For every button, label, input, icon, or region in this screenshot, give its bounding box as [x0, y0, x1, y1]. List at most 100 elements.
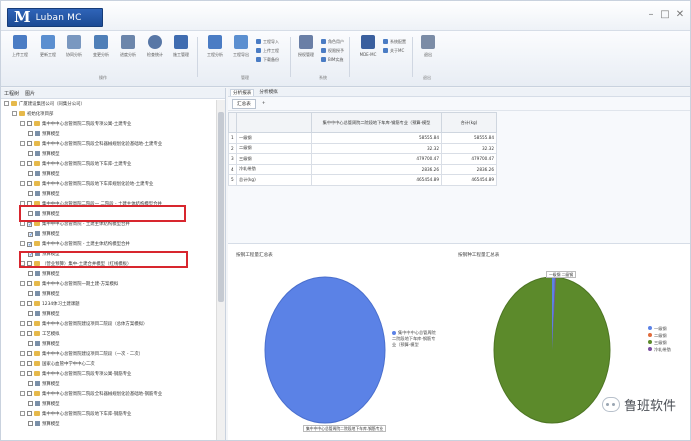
exit-button[interactable]: 退出: [417, 35, 439, 57]
tree-item[interactable]: 预算模型: [28, 381, 60, 389]
tree-item[interactable]: 集中中中心总管周院二院段地下车库-钢筋专业: [20, 411, 131, 419]
tree-item[interactable]: 集中中中心总管周院 - 土建主体结构模型合并: [20, 241, 130, 249]
construction-mgmt-button[interactable]: 施工管理: [170, 35, 192, 57]
expand-toggle-icon[interactable]: [20, 391, 25, 396]
tree-checkbox[interactable]: [28, 131, 33, 136]
tree-checkbox[interactable]: [28, 341, 33, 346]
tree-item[interactable]: 集中中中心总管周院二院段专项公寓-土建专业: [20, 121, 131, 129]
tree-item[interactable]: 预算模型: [28, 341, 60, 349]
tree-checkbox[interactable]: [27, 161, 32, 166]
expand-toggle-icon[interactable]: [20, 121, 25, 126]
ribbon-small-item[interactable]: BIM实施: [321, 57, 343, 62]
scrollbar-thumb[interactable]: [218, 112, 224, 302]
tree-checkbox[interactable]: [28, 271, 33, 276]
restore-button[interactable]: □: [659, 9, 671, 21]
close-button[interactable]: ✕: [674, 9, 686, 21]
tree-checkbox[interactable]: [28, 232, 33, 237]
expand-toggle-icon[interactable]: [20, 281, 25, 286]
tree-checkbox[interactable]: [27, 281, 32, 286]
ribbon-small-item[interactable]: 上传工程: [256, 48, 279, 53]
update-project-button[interactable]: 更新工程: [37, 35, 59, 57]
tab-images[interactable]: 图片: [25, 90, 35, 97]
tree-item[interactable]: 集中中中心总管周院建设项目二院段（总体方案模拟）: [20, 321, 147, 329]
tree-item[interactable]: 集中中中心总管周院二院段全科器械规划化验基础地-钢筋专业: [20, 391, 162, 399]
change-analysis-button[interactable]: 变更分析: [90, 35, 112, 57]
tree-checkbox[interactable]: [28, 191, 33, 196]
tree-checkbox[interactable]: [28, 311, 33, 316]
expand-toggle-icon[interactable]: [20, 321, 25, 326]
tree-item[interactable]: 集中中中心总管周院二院段专项公寓-钢筋专业: [20, 371, 131, 379]
tree-item[interactable]: 集中中中心总管周院 - 土建主体结构模型合并: [20, 221, 130, 229]
tree-item[interactable]: 集中中中心总管周院建设项目二院段（一次 - 二次）: [20, 351, 143, 359]
tree-checkbox[interactable]: [27, 222, 32, 227]
tree-checkbox[interactable]: [27, 371, 32, 376]
tree-checkbox[interactable]: [27, 181, 32, 186]
expand-toggle-icon[interactable]: [20, 301, 25, 306]
expand-toggle-icon[interactable]: [20, 161, 25, 166]
tree-item[interactable]: 集中中中心总管周院二院段全科器械规划化验基础地-土建专业: [20, 141, 162, 149]
expand-toggle-icon[interactable]: [20, 411, 25, 416]
progress-analysis-button[interactable]: 进度分析: [117, 35, 139, 57]
expand-toggle-icon[interactable]: [20, 371, 25, 376]
ribbon-small-item[interactable]: 权限授予: [321, 48, 344, 53]
tree-item[interactable]: 预算模型: [28, 171, 60, 179]
tree-item[interactable]: 集中中中心总管周院一期土建-方案模拟: [20, 281, 118, 289]
tree-item[interactable]: 预算模型: [28, 191, 60, 199]
ribbon-small-item[interactable]: 角色用户: [321, 39, 344, 44]
table-row[interactable]: 1 一级钢 58555.84 58555.84: [228, 132, 497, 144]
add-tab-button[interactable]: +: [262, 101, 266, 106]
mde-mc-button[interactable]: MDE-MC: [357, 35, 379, 57]
tab-analysis-simulation[interactable]: 分析模拟: [259, 89, 277, 95]
tree-checkbox[interactable]: [27, 361, 32, 366]
tree-item[interactable]: 预算模型: [28, 401, 60, 409]
tree-item[interactable]: 预算模型: [28, 271, 60, 279]
tree-checkbox[interactable]: [27, 301, 32, 306]
minimize-button[interactable]: –: [645, 9, 657, 21]
tree-checkbox[interactable]: [27, 351, 32, 356]
tree-item[interactable]: 国家心血管中学中中心二次: [20, 361, 95, 369]
ribbon-small-item[interactable]: 关于MC: [383, 48, 404, 53]
tree-checkbox[interactable]: [28, 151, 33, 156]
tree-item[interactable]: 集中中中心总管周院二院段地下车库规划化验地-土建专业: [20, 181, 153, 189]
tree-item[interactable]: 预算模型: [28, 131, 60, 139]
expand-toggle-icon[interactable]: [20, 351, 25, 356]
license-mgmt-button[interactable]: 授权管理: [295, 35, 317, 57]
ribbon-small-item[interactable]: 系统配置: [383, 39, 406, 44]
table-row[interactable]: 3 三级钢 479700.47 479700.47: [228, 153, 497, 165]
tree-checkbox[interactable]: [27, 121, 32, 126]
tree-checkbox[interactable]: [27, 141, 32, 146]
tree-checkbox[interactable]: [27, 391, 32, 396]
project-export-button[interactable]: 工程导出: [230, 35, 252, 57]
tree-checkbox[interactable]: [28, 291, 33, 296]
expand-toggle-icon[interactable]: [20, 241, 25, 246]
tree-checkbox[interactable]: [27, 411, 32, 416]
tree-checkbox[interactable]: [27, 321, 32, 326]
project-analysis-button[interactable]: 工程分析: [204, 35, 226, 57]
ribbon-small-item[interactable]: 下载备份: [256, 57, 279, 62]
table-row[interactable]: 2 二级钢 32.32 32.32: [228, 142, 497, 154]
table-row[interactable]: 4 冷轧带肋 2836.26 2836.26: [228, 163, 497, 175]
tree-checkbox[interactable]: [28, 381, 33, 386]
check-stats-button[interactable]: 检查统计: [144, 35, 166, 57]
tree-item[interactable]: 预算模型: [28, 231, 60, 239]
expand-toggle-icon[interactable]: [12, 111, 17, 116]
tree-checkbox[interactable]: [28, 171, 33, 176]
tree-item[interactable]: 1234体习土建课题: [20, 301, 80, 309]
tree-checkbox[interactable]: [28, 401, 33, 406]
collab-analysis-button[interactable]: 协同分析: [63, 35, 85, 57]
tree-item[interactable]: 集中中中心总管周院二院段地下车库-土建专业: [20, 161, 131, 169]
tree-item[interactable]: 预算模型: [28, 151, 60, 159]
tree-item[interactable]: 预算模型: [28, 311, 60, 319]
expand-toggle-icon[interactable]: [20, 361, 25, 366]
tree-checkbox[interactable]: [27, 331, 32, 336]
upload-project-button[interactable]: 上传工程: [9, 35, 31, 57]
ribbon-small-item[interactable]: 工程导入: [256, 39, 279, 44]
expand-toggle-icon[interactable]: [20, 331, 25, 336]
expand-toggle-icon[interactable]: [4, 101, 9, 106]
expand-toggle-icon[interactable]: [20, 181, 25, 186]
tree-item[interactable]: 广厦建设集团公司（同集分公司）: [4, 101, 85, 109]
expand-toggle-icon[interactable]: [20, 141, 25, 146]
tree-checkbox[interactable]: [27, 242, 32, 247]
tree-item[interactable]: 预算模型: [28, 291, 60, 299]
tree-checkbox[interactable]: [28, 421, 33, 426]
